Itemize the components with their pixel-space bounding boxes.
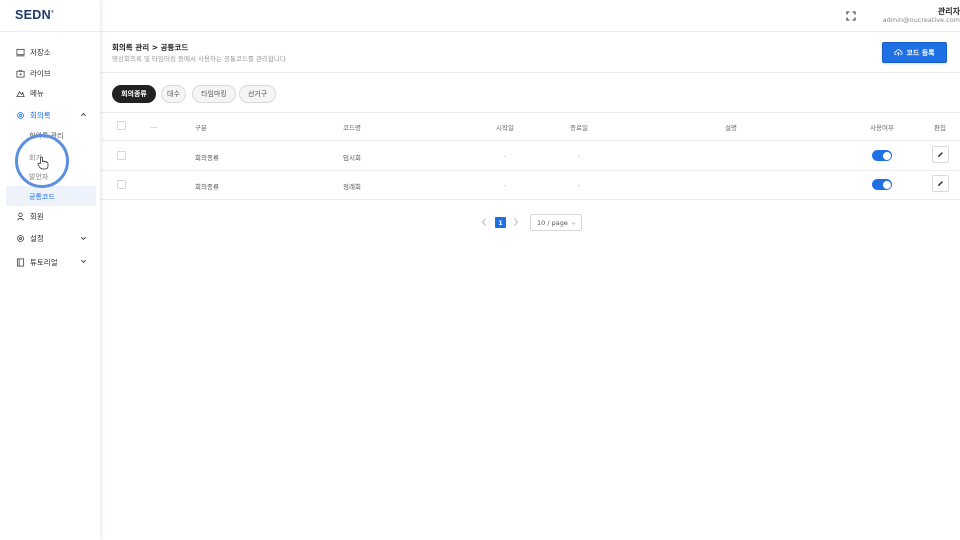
enabled-toggle[interactable] <box>872 179 892 190</box>
page-size-select[interactable]: 10 / page <box>530 214 582 231</box>
menu-icon <box>16 89 25 98</box>
row-category: 회의종류 <box>195 183 219 191</box>
gear-icon <box>16 234 25 243</box>
user-icon <box>16 212 25 221</box>
row-start-date: - <box>503 152 507 160</box>
live-icon <box>16 69 25 78</box>
table-header-more: ... <box>150 122 158 130</box>
edit-button[interactable] <box>932 146 949 163</box>
storage-icon <box>16 48 25 57</box>
sidebar-item-label: 회의록 <box>30 110 51 120</box>
chevron-up-icon[interactable] <box>80 111 87 118</box>
prev-page-icon[interactable] <box>480 217 488 227</box>
row-checkbox[interactable] <box>117 151 126 160</box>
hand-cursor-icon <box>37 156 49 170</box>
book-icon <box>16 257 25 267</box>
gear-icon <box>16 111 25 120</box>
sidebar-item-storage[interactable]: 저장소 <box>16 45 51 59</box>
pencil-icon <box>937 181 943 187</box>
add-code-button[interactable]: 코드 등록 <box>882 42 947 63</box>
sidebar-item-members[interactable]: 회원 <box>16 209 44 223</box>
page-number-current[interactable]: 1 <box>495 217 506 228</box>
row-end-date: - <box>577 152 581 160</box>
sidebar-item-minutes[interactable]: 회의록 <box>16 108 51 122</box>
sidebar-item-live[interactable]: 라이브 <box>16 66 51 80</box>
table-header-border <box>100 140 960 141</box>
page-title: 회의록 관리 > 공통코드 <box>112 43 189 52</box>
tab-term[interactable]: 대수 <box>161 85 186 103</box>
cloud-upload-icon <box>894 49 903 56</box>
row-code-name: 임시회 <box>343 154 361 162</box>
next-page-icon[interactable] <box>512 217 520 227</box>
tab-timemarking[interactable]: 타임마킹 <box>192 85 236 103</box>
chevron-down-icon <box>571 222 576 225</box>
chevron-down-icon[interactable] <box>80 258 87 265</box>
row-category: 회의종류 <box>195 154 219 162</box>
row-code-name: 정례회 <box>343 183 361 191</box>
table-header-end-date: 종료일 <box>570 124 588 132</box>
sidebar-item-label: 라이브 <box>30 68 51 78</box>
tab-district[interactable]: 선거구 <box>239 85 276 103</box>
section-divider <box>100 72 960 73</box>
sidebar-item-label: 메뉴 <box>30 88 44 98</box>
logo-divider <box>0 31 100 32</box>
chevron-down-icon[interactable] <box>80 235 87 242</box>
table-header-category: 구분 <box>195 124 207 132</box>
row-end-date: - <box>577 181 581 189</box>
table-header-enabled: 사용여부 <box>870 124 894 132</box>
page-description: 영상회의록 및 타임머킹 등에서 사용하는 공통코드를 관리합니다 <box>112 55 286 63</box>
table-top-border <box>100 112 960 113</box>
enabled-toggle[interactable] <box>872 150 892 161</box>
user-email: admin@nucreative.com <box>882 16 960 24</box>
table-row-border <box>100 170 960 171</box>
table-header-code-name: 코드명 <box>343 124 361 132</box>
pencil-icon <box>937 152 943 158</box>
sidebar-item-label: 설정 <box>30 233 44 243</box>
table-bottom-border <box>100 199 960 200</box>
sidebar-item-label: 튜토리얼 <box>30 257 58 267</box>
sidebar-item-menu[interactable]: 메뉴 <box>16 86 44 100</box>
table-header-description: 설명 <box>725 124 737 132</box>
edit-button[interactable] <box>932 175 949 192</box>
tab-meeting-type[interactable]: 회의종류 <box>112 85 156 103</box>
sidebar-item-label: 저장소 <box>30 47 51 57</box>
page-size-value: 10 / page <box>537 218 568 227</box>
add-code-label: 코드 등록 <box>906 48 935 57</box>
row-start-date: - <box>503 181 507 189</box>
brand-logo[interactable]: SEDN® <box>15 8 54 22</box>
sidebar-item-settings[interactable]: 설정 <box>16 231 44 245</box>
sidebar: SEDN® 저장소 라이브 메뉴 회의록 회의록 관리 회기 발언자 공통코드 … <box>0 0 100 540</box>
top-bar: 관리자 admin@nucreative.com <box>100 0 960 32</box>
sidebar-item-label: 회원 <box>30 211 44 221</box>
table-header-start-date: 시작일 <box>496 124 514 132</box>
sidebar-item-tutorial[interactable]: 튜토리얼 <box>16 255 58 269</box>
sidebar-subitem-common-code[interactable]: 공통코드 <box>29 192 55 202</box>
table-header-edit: 편집 <box>934 124 946 132</box>
select-all-checkbox[interactable] <box>117 121 126 130</box>
row-checkbox[interactable] <box>117 180 126 189</box>
